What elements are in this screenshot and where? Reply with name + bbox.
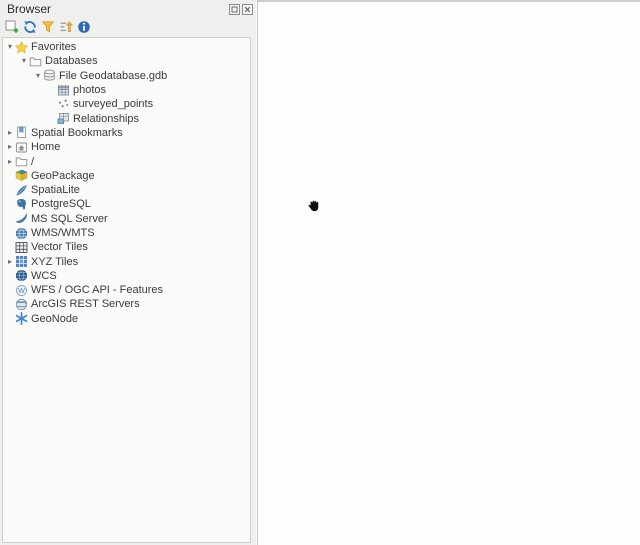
tree-item-label: File Geodatabase.gdb [59, 70, 167, 82]
tree-item-label: MS SQL Server [31, 213, 108, 225]
collapse-all-button[interactable] [58, 20, 73, 35]
folder-icon [15, 155, 28, 168]
refresh-button[interactable] [22, 20, 37, 35]
tree-item-spatial-bookmarks[interactable]: ▸ Spatial Bookmarks [3, 126, 250, 140]
globe-wms-icon [15, 227, 28, 240]
tree-item-surveyed-points[interactable]: surveyed_points [3, 97, 250, 111]
tree-item-label: photos [73, 84, 106, 96]
geopackage-icon [15, 169, 28, 182]
tree-item-label: XYZ Tiles [31, 256, 78, 268]
add-layer-button[interactable] [4, 20, 19, 35]
wfs-icon: W [15, 284, 28, 297]
tree-item-databases[interactable]: ▾ Databases [3, 54, 250, 68]
chevron-down-icon[interactable]: ▾ [19, 57, 29, 65]
svg-text:W: W [18, 286, 25, 295]
tree-item-label: WCS [31, 270, 57, 282]
bookmarks-icon [15, 126, 28, 139]
refresh-icon [23, 20, 37, 34]
add-layer-icon [5, 20, 19, 34]
geonode-icon [15, 312, 28, 325]
chevron-right-icon[interactable]: ▸ [5, 158, 15, 166]
browser-tree: ▾Favorites▾Databases▾File Geodatabase.gd… [2, 37, 251, 543]
spatialite-icon [15, 184, 28, 197]
titlebar-buttons [227, 4, 253, 15]
collapse-all-icon [59, 20, 73, 34]
tree-item-label: WFS / OGC API - Features [31, 284, 163, 296]
tree-item-vector-tiles[interactable]: Vector Tiles [3, 240, 250, 254]
tree-item-wfs-ogc-api-features[interactable]: W WFS / OGC API - Features [3, 283, 250, 297]
tree-item-label: SpatiaLite [31, 184, 80, 196]
filter-browser-button[interactable] [40, 20, 55, 35]
close-panel-button[interactable] [242, 4, 253, 15]
tree-item-label: Databases [45, 55, 98, 67]
tree-item-root[interactable]: ▸/ [3, 154, 250, 168]
properties-icon [77, 20, 91, 34]
folder-icon [29, 55, 42, 68]
tree-item-home[interactable]: ▸ Home [3, 140, 250, 154]
database-icon [43, 69, 56, 82]
vector-tiles-icon [15, 241, 28, 254]
mssql-icon [15, 212, 28, 225]
close-icon [242, 4, 253, 15]
tree-item-geonode[interactable]: GeoNode [3, 312, 250, 326]
chevron-right-icon[interactable]: ▸ [5, 143, 15, 151]
browser-toolbar [0, 16, 256, 35]
panel-titlebar: Browser [0, 0, 256, 16]
tree-item-label: surveyed_points [73, 98, 153, 110]
tree-item-label: GeoPackage [31, 170, 95, 182]
arcgis-icon [15, 298, 28, 311]
tree-item-photos[interactable]: photos [3, 83, 250, 97]
tree-item-label: GeoNode [31, 313, 78, 325]
panel-title: Browser [7, 3, 227, 16]
tree-item-label: Home [31, 141, 60, 153]
tree-item-label: Favorites [31, 41, 76, 53]
tree-item-favorites[interactable]: ▾ Favorites [3, 40, 250, 54]
table-icon [57, 84, 70, 97]
float-icon [229, 4, 240, 15]
postgresql-icon [15, 198, 28, 211]
tree-item-spatialite[interactable]: SpatiaLite [3, 183, 250, 197]
tree-item-geopackage[interactable]: GeoPackage [3, 169, 250, 183]
tree-item-label: Spatial Bookmarks [31, 127, 123, 139]
tree-item-wcs[interactable]: WCS [3, 269, 250, 283]
tree-item-label: Relationships [73, 113, 139, 125]
tree-item-label: Vector Tiles [31, 241, 88, 253]
tree-item-label: / [31, 156, 34, 168]
chevron-right-icon[interactable]: ▸ [5, 129, 15, 137]
tree-item-wms-wmts[interactable]: WMS/WMTS [3, 226, 250, 240]
tree-item-arcgis-rest-servers[interactable]: ArcGIS REST Servers [3, 297, 250, 311]
tree-item-label: WMS/WMTS [31, 227, 95, 239]
tree-item-label: ArcGIS REST Servers [31, 298, 140, 310]
float-panel-button[interactable] [229, 4, 240, 15]
tree-item-ms-sql-server[interactable]: MS SQL Server [3, 212, 250, 226]
chevron-right-icon[interactable]: ▸ [5, 258, 15, 266]
browser-panel: Browser ▾Favorites▾Databases▾File Geodat… [0, 0, 256, 545]
xyz-tiles-icon [15, 255, 28, 268]
chevron-down-icon[interactable]: ▾ [33, 72, 43, 80]
star-icon [15, 41, 28, 54]
properties-widget-button[interactable] [76, 20, 91, 35]
chevron-down-icon[interactable]: ▾ [5, 43, 15, 51]
tree-item-relationships[interactable]: Relationships [3, 111, 250, 125]
home-icon [15, 141, 28, 154]
tree-item-postgresql[interactable]: PostgreSQL [3, 197, 250, 211]
tree-item-label: PostgreSQL [31, 198, 91, 210]
points-icon [57, 98, 70, 111]
relationships-icon [57, 112, 70, 125]
filter-icon [41, 20, 55, 34]
globe-wcs-icon [15, 269, 28, 282]
tree-item-xyz-tiles[interactable]: ▸ XYZ Tiles [3, 254, 250, 268]
map-canvas[interactable] [257, 0, 640, 545]
tree-item-file-geodatabase-gdb[interactable]: ▾ File Geodatabase.gdb [3, 69, 250, 83]
